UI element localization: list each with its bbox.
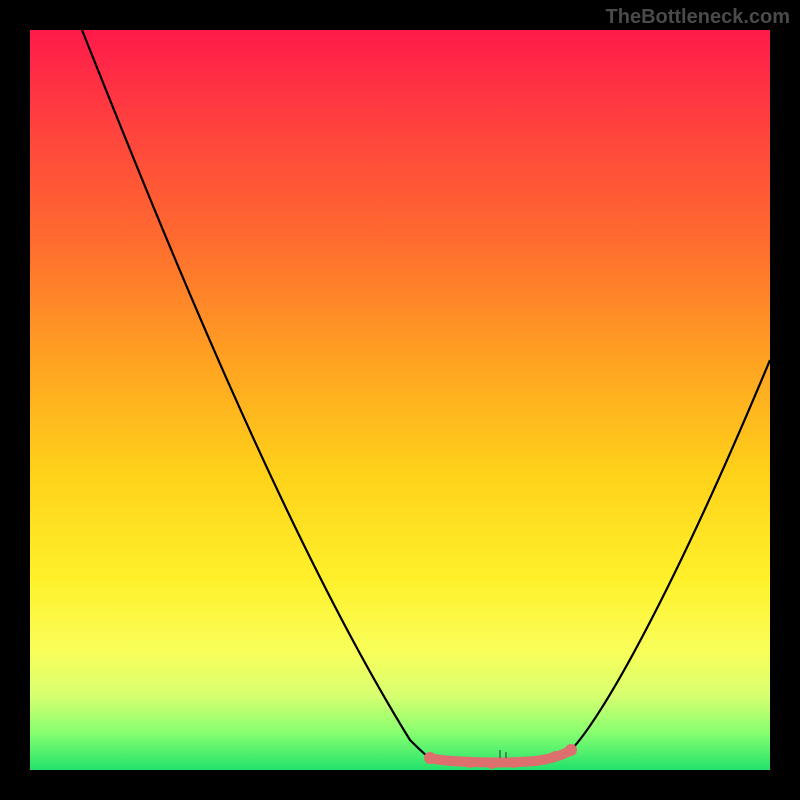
valley-tick: [500, 750, 506, 758]
left-curve: [82, 30, 430, 758]
plot-area: [30, 30, 770, 770]
watermark-text: TheBottleneck.com: [606, 6, 790, 29]
right-curve: [571, 360, 770, 750]
chart-container: TheBottleneck.com: [0, 0, 800, 800]
bottleneck-curve: [30, 30, 770, 770]
